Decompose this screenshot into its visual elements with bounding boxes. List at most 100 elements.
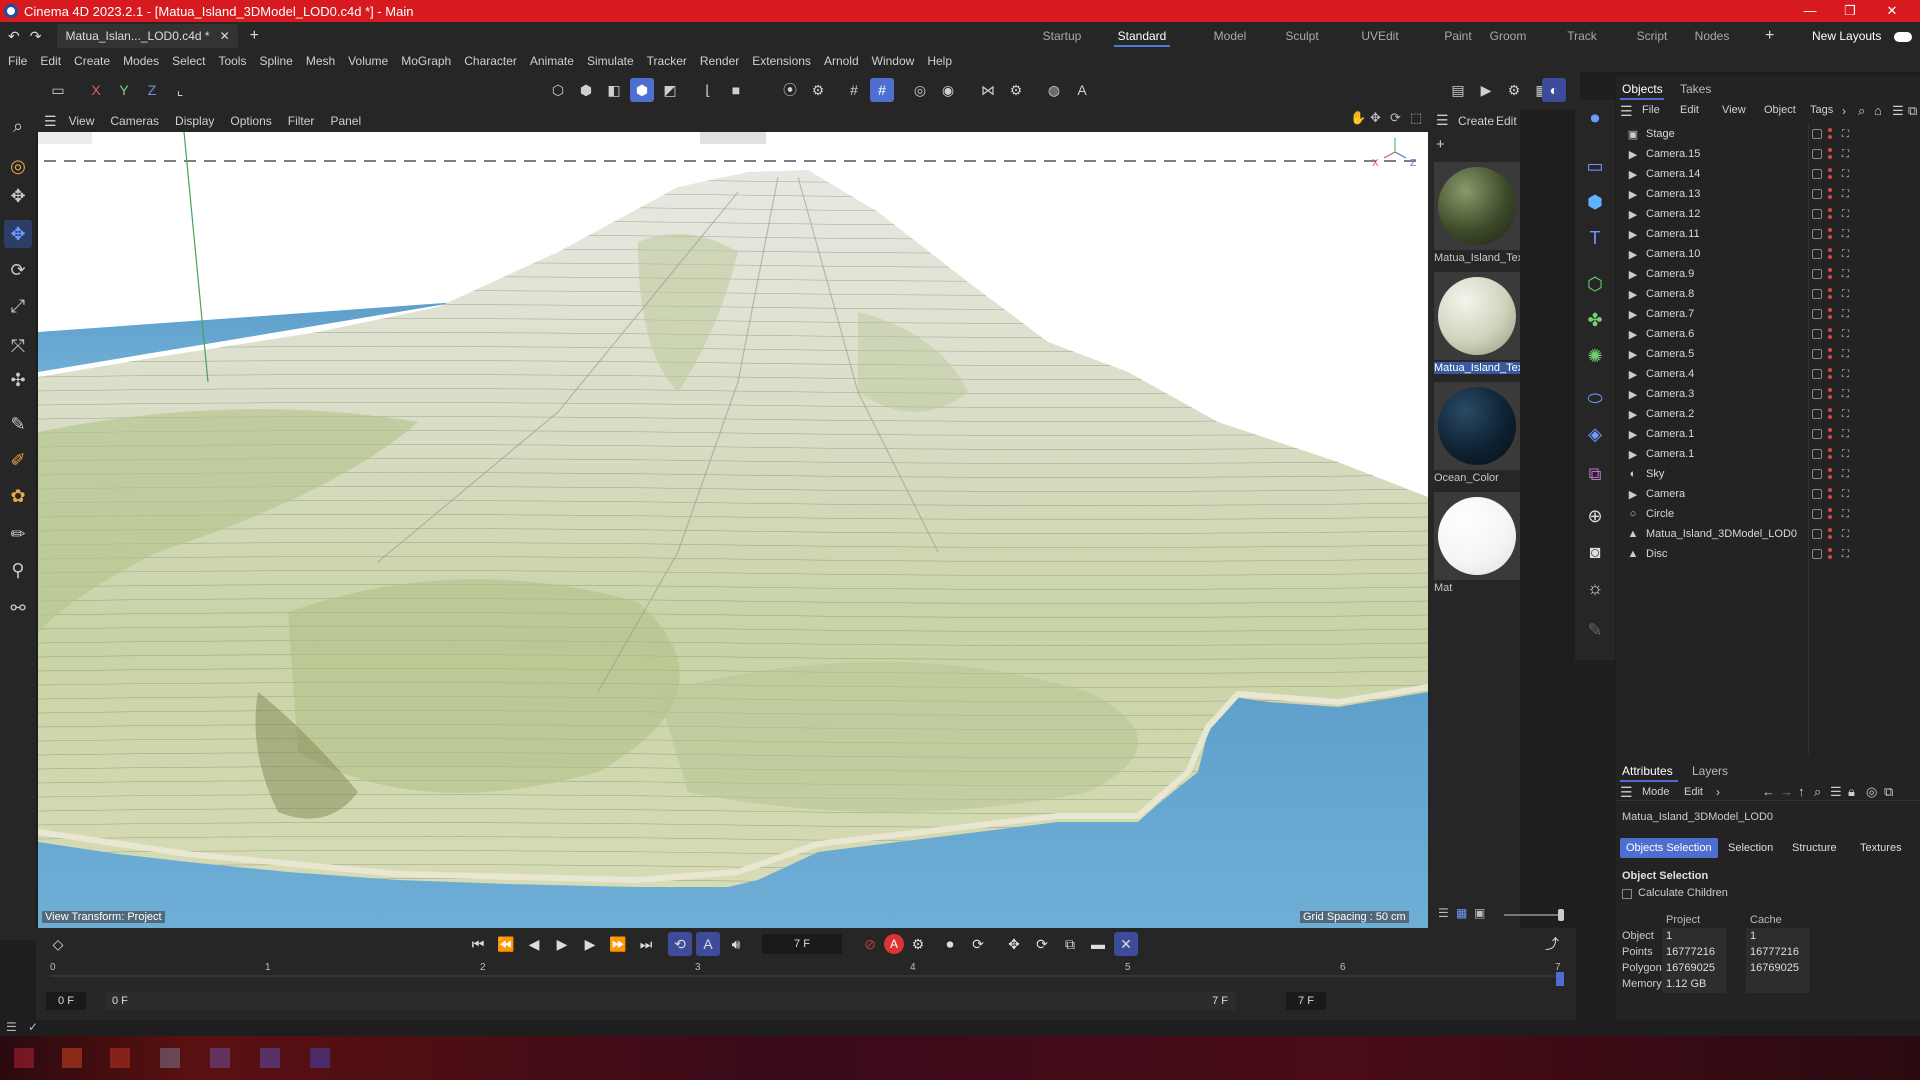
menu-item[interactable]: Create [74,54,110,68]
material-item[interactable]: Ocean_Color [1434,382,1520,484]
object-row[interactable]: ▲ Disc ⛶ [1626,544,1916,564]
param-key-icon[interactable]: ⟳ [1030,932,1054,956]
back-arrow-icon[interactable]: ← [1762,784,1775,799]
snap-settings-icon[interactable]: # [870,78,894,102]
menu-item[interactable]: MoGraph [401,54,451,68]
previous-frame-icon[interactable]: ◀ [522,932,546,956]
cloner-icon[interactable]: ✤ [1581,306,1609,334]
taskbar-app-icon[interactable] [260,1048,280,1068]
layer-checkbox[interactable] [1812,269,1822,279]
object-row[interactable]: ▶ Camera.12 ⛶ [1626,204,1916,224]
object-tags[interactable]: ⛶ [1842,249,1849,260]
snap-icon[interactable]: # [842,78,866,102]
material-item[interactable]: Matua_Island_Text [1434,162,1520,264]
spline-sketch-icon[interactable]: ✐ [4,446,32,474]
taskbar-app-icon[interactable] [110,1048,130,1068]
timeline-ruler[interactable]: 01234567 [42,962,1572,986]
menu-item[interactable]: Edit [40,54,61,68]
object-mode-icon[interactable]: ⬢ [630,78,654,102]
timeline-graph-icon[interactable]: ⤴ [1540,932,1564,956]
object-tags[interactable]: ⛶ [1842,209,1849,220]
object-row[interactable]: ▶ Camera.4 ⛶ [1626,364,1916,384]
menu-item[interactable]: Tools [218,54,246,68]
visibility-dots[interactable] [1828,307,1832,321]
material-item[interactable]: Mat [1434,492,1520,594]
attributes-edit-menu[interactable]: Edit [1684,786,1703,798]
menu-item[interactable]: Spline [259,54,292,68]
objects-menu-item[interactable]: Object [1764,104,1796,116]
undo-icon[interactable]: ↶ [8,28,20,45]
viewport-solo-icon[interactable]: ◍ [1042,78,1066,102]
visibility-dots[interactable] [1828,527,1832,541]
polygons-mode-icon[interactable]: ◧ [602,78,626,102]
taskbar-app-icon[interactable] [310,1048,330,1068]
viewport-menu-icon[interactable]: ☰ [44,113,57,130]
loop-icon[interactable]: ⟲ [668,932,692,956]
attributes-search-icon[interactable]: ⌕ [1814,784,1821,800]
motion-system-icon[interactable]: ▬ [1086,932,1110,956]
spline-pen-icon[interactable]: ✎ [4,410,32,438]
rectangle-spline-icon[interactable]: ▭ [1581,152,1609,180]
large-view-icon[interactable]: ▣ [1474,906,1485,920]
coordinate-system-icon[interactable]: ⌞ [168,78,192,102]
go-to-start-icon[interactable]: ⏮ [466,932,490,956]
layout-tab[interactable]: Model [1194,22,1266,50]
menu-item[interactable]: Modes [123,54,159,68]
visibility-dots[interactable] [1828,127,1832,141]
layer-checkbox[interactable] [1812,429,1822,439]
object-row[interactable]: ▶ Camera.11 ⛶ [1626,224,1916,244]
layer-checkbox[interactable] [1812,509,1822,519]
viewport-rotate-icon[interactable]: ⟳ [1390,110,1401,126]
document-tab[interactable]: Matua_Islan..._LOD0.c4d * ✕ [57,24,238,48]
preview-range-bar[interactable]: 0 F 7 F [106,992,1236,1010]
menu-item[interactable]: Help [927,54,952,68]
soft-selection-icon[interactable]: ⦿ [778,78,802,102]
next-frame-icon[interactable]: ▶ [578,932,602,956]
menu-item[interactable]: Arnold [824,54,859,68]
visibility-dots[interactable] [1828,487,1832,501]
layout-tab[interactable]: Groom [1472,22,1544,50]
layout-tab[interactable]: Track [1546,22,1618,50]
layer-checkbox[interactable] [1812,149,1822,159]
object-row[interactable]: ▶ Camera.1 ⛶ [1626,424,1916,444]
object-tags[interactable]: ⛶ [1842,489,1849,500]
object-row[interactable]: ▶ Camera.14 ⛶ [1626,164,1916,184]
objects-menu-item[interactable]: View [1722,104,1746,116]
next-key-icon[interactable]: ⏩ [606,932,630,956]
object-tags[interactable]: ⛶ [1842,129,1849,140]
menu-item[interactable]: Volume [348,54,388,68]
new-layouts-toggle[interactable] [1894,32,1912,42]
object-tags[interactable]: ⛶ [1842,469,1849,480]
material-menu-edit[interactable]: Edit [1496,114,1517,128]
effector-icon[interactable]: ✺ [1581,342,1609,370]
3d-viewport[interactable]: X Z View Transform: Project Grid Spacing… [38,132,1428,928]
pla-key-icon[interactable]: ⧉ [1058,932,1082,956]
menu-item[interactable]: Select [172,54,205,68]
object-row[interactable]: ▶ Camera.2 ⛶ [1626,404,1916,424]
visibility-dots[interactable] [1828,447,1832,461]
layer-checkbox[interactable] [1812,209,1822,219]
objects-new-window-icon[interactable]: ⧉ [1908,103,1917,119]
light-icon[interactable]: ☼ [1581,574,1609,602]
solo-mode-icon[interactable]: ■ [724,78,748,102]
objects-search-icon[interactable]: ⌕ [1858,103,1865,119]
viewport-menu-item[interactable]: Filter [288,114,315,128]
locked-workplane-icon[interactable]: ◉ [936,78,960,102]
layer-checkbox[interactable] [1812,529,1822,539]
tab-objects-selection[interactable]: Objects Selection [1620,838,1718,858]
layer-checkbox[interactable] [1812,369,1822,379]
z-axis-lock-button[interactable]: Z [140,78,164,102]
object-tags[interactable]: ⛶ [1842,429,1849,440]
viewport-menu-item[interactable]: Options [230,114,271,128]
model-mode-icon[interactable]: ▭ [46,78,70,102]
object-tags[interactable]: ⛶ [1842,309,1849,320]
objects-more-icon[interactable]: › [1842,104,1846,118]
object-tags[interactable]: ⛶ [1842,509,1849,520]
tab-attributes[interactable]: Attributes [1622,764,1673,778]
workplane-icon[interactable]: ◎ [908,78,932,102]
objects-menu-item[interactable]: Edit [1680,104,1699,116]
layout-tab[interactable]: Startup [1026,22,1098,50]
menu-item[interactable]: Mesh [306,54,335,68]
menu-item[interactable]: Extensions [752,54,811,68]
symmetry-settings-icon[interactable]: ⚙ [1004,78,1028,102]
